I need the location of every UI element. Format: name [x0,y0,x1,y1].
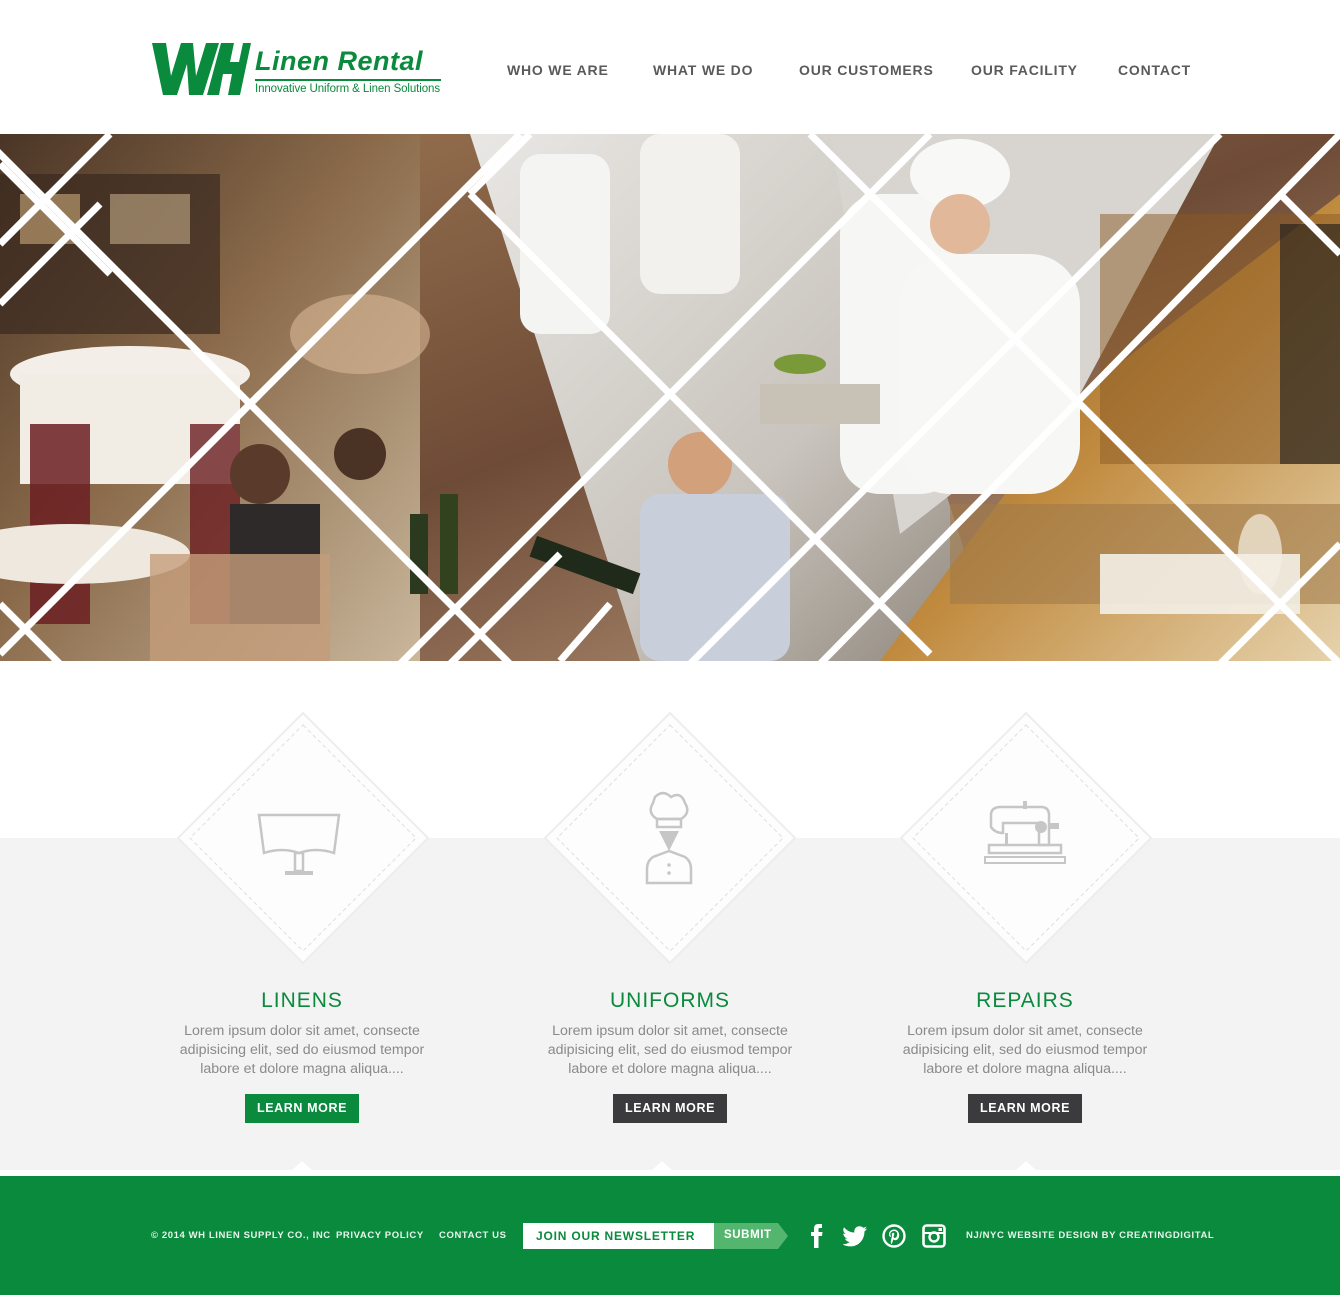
brand-tagline: Innovative Uniform & Linen Solutions [255,83,440,95]
copyright-text: © 2014 WH LINEN SUPPLY CO., INC [151,1230,331,1241]
section-notch [652,1161,672,1170]
newsletter-input[interactable] [523,1223,714,1249]
service-description: Lorem ipsum dolor sit amet, consecte adi… [902,1023,1148,1077]
services-section: LINENS Lorem ipsum dolor sit amet, conse… [0,661,1340,1170]
nav-what-we-do[interactable]: WHAT WE DO [653,62,753,78]
nav-contact[interactable]: CONTACT [1118,62,1191,78]
brand-name: Linen Rental [255,46,424,76]
service-title: UNIFORMS [610,989,730,1012]
service-diamond [176,711,430,965]
service-description: Lorem ipsum dolor sit amet, consecte adi… [547,1023,793,1077]
twitter-icon[interactable] [843,1224,867,1248]
service-description: Lorem ipsum dolor sit amet, consecte adi… [179,1023,425,1077]
service-linens: LINENS Lorem ipsum dolor sit amet, conse… [142,711,462,1171]
hero-collage [0,134,1340,661]
service-title: LINENS [261,989,343,1012]
learn-more-button[interactable]: LEARN MORE [613,1094,727,1123]
instagram-icon[interactable] [922,1224,946,1248]
privacy-policy-link[interactable]: PRIVACY POLICY [336,1230,424,1241]
logo-rule [255,79,441,81]
nav-our-facility[interactable]: OUR FACILITY [971,62,1078,78]
service-title: REPAIRS [976,989,1074,1012]
nav-who-we-are[interactable]: WHO WE ARE [507,62,609,78]
facebook-icon[interactable] [805,1224,829,1248]
design-credit-link[interactable]: NJ/NYC WEBSITE DESIGN BY CREATINGDIGITAL [966,1230,1214,1241]
submit-label: SUBMIT [724,1229,772,1241]
chef-uniform-icon [645,791,693,885]
nav-our-customers[interactable]: OUR CUSTOMERS [799,62,934,78]
wh-logo-mark [152,43,251,95]
hero-collage-svg [0,134,1340,661]
learn-more-button[interactable]: LEARN MORE [245,1094,359,1123]
tablecloth-icon [257,813,341,875]
service-uniforms: UNIFORMS Lorem ipsum dolor sit amet, con… [510,711,830,1171]
submit-button[interactable]: SUBMIT [714,1223,788,1249]
section-notch [292,1161,312,1170]
contact-us-link[interactable]: CONTACT US [439,1230,507,1241]
site-footer: © 2014 WH LINEN SUPPLY CO., INC PRIVACY … [0,1176,1340,1295]
service-repairs: REPAIRS Lorem ipsum dolor sit amet, cons… [865,711,1185,1171]
section-notch [1016,1161,1036,1170]
sewing-machine-icon [984,801,1066,864]
service-diamond [899,711,1153,965]
learn-more-button[interactable]: LEARN MORE [968,1094,1082,1123]
logo[interactable]: Linen Rental Innovative Uniform & Linen … [151,42,441,98]
service-diamond [543,711,797,965]
pinterest-icon[interactable] [882,1224,906,1248]
site-header: Linen Rental Innovative Uniform & Linen … [0,0,1340,134]
